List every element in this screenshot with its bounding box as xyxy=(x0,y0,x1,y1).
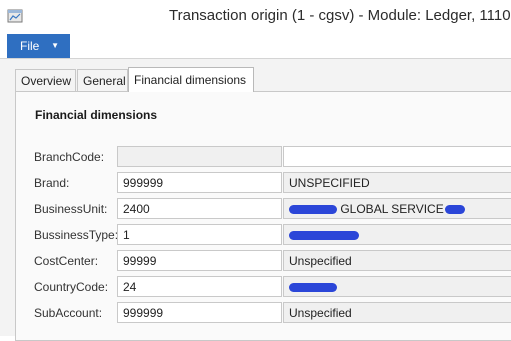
branch-code-value[interactable] xyxy=(117,146,282,167)
business-unit-description: GLOBAL SERVICE xyxy=(283,198,511,219)
cost-center-value[interactable]: 99999 xyxy=(117,250,282,271)
tab-label: Financial dimensions xyxy=(134,73,247,87)
field-label-brand: Brand: xyxy=(34,176,70,190)
branch-code-description xyxy=(283,146,511,167)
file-menu-label: File xyxy=(20,39,40,53)
field-label-bussiness-type: BussinessType: xyxy=(34,228,119,242)
tab-general[interactable]: General xyxy=(77,69,128,91)
field-label-cost-center: CostCenter: xyxy=(34,254,99,268)
brand-value[interactable]: 999999 xyxy=(117,172,282,193)
redaction-mark xyxy=(289,231,359,240)
chevron-down-icon: ▼ xyxy=(51,41,59,50)
tab-financial-dimensions[interactable]: Financial dimensions xyxy=(128,67,254,92)
field-label-country-code: CountryCode: xyxy=(34,280,109,294)
redaction-mark xyxy=(289,283,337,292)
bussiness-type-description xyxy=(283,224,511,245)
business-unit-value[interactable]: 2400 xyxy=(117,198,282,219)
country-code-value[interactable]: 24 xyxy=(117,276,282,297)
brand-description: UNSPECIFIED xyxy=(283,172,511,193)
redaction-mark xyxy=(289,205,337,214)
sub-account-description: Unspecified xyxy=(283,302,511,323)
window-app-icon[interactable] xyxy=(7,8,23,24)
title-bar: Transaction origin (1 - cgsv) - Module: … xyxy=(0,0,511,34)
menu-bar: File ▼ xyxy=(0,34,511,59)
field-label-business-unit: BusinessUnit: xyxy=(34,202,108,216)
cost-center-description: Unspecified xyxy=(283,250,511,271)
tab-label: Overview xyxy=(21,74,72,88)
tab-label: General xyxy=(83,74,126,88)
country-code-description xyxy=(283,276,511,297)
window-title: Transaction origin (1 - cgsv) - Module: … xyxy=(169,7,511,24)
tab-overview[interactable]: Overview xyxy=(15,69,76,91)
section-title: Financial dimensions xyxy=(35,108,158,122)
redaction-mark xyxy=(444,205,465,214)
field-label-branch-code: BranchCode: xyxy=(34,150,105,164)
file-menu-button[interactable]: File ▼ xyxy=(7,34,70,58)
bussiness-type-value[interactable]: 1 xyxy=(117,224,282,245)
business-unit-description-text: GLOBAL SERVICE xyxy=(340,202,444,216)
sub-account-value[interactable]: 999999 xyxy=(117,302,282,323)
field-label-sub-account: SubAccount: xyxy=(34,306,103,320)
